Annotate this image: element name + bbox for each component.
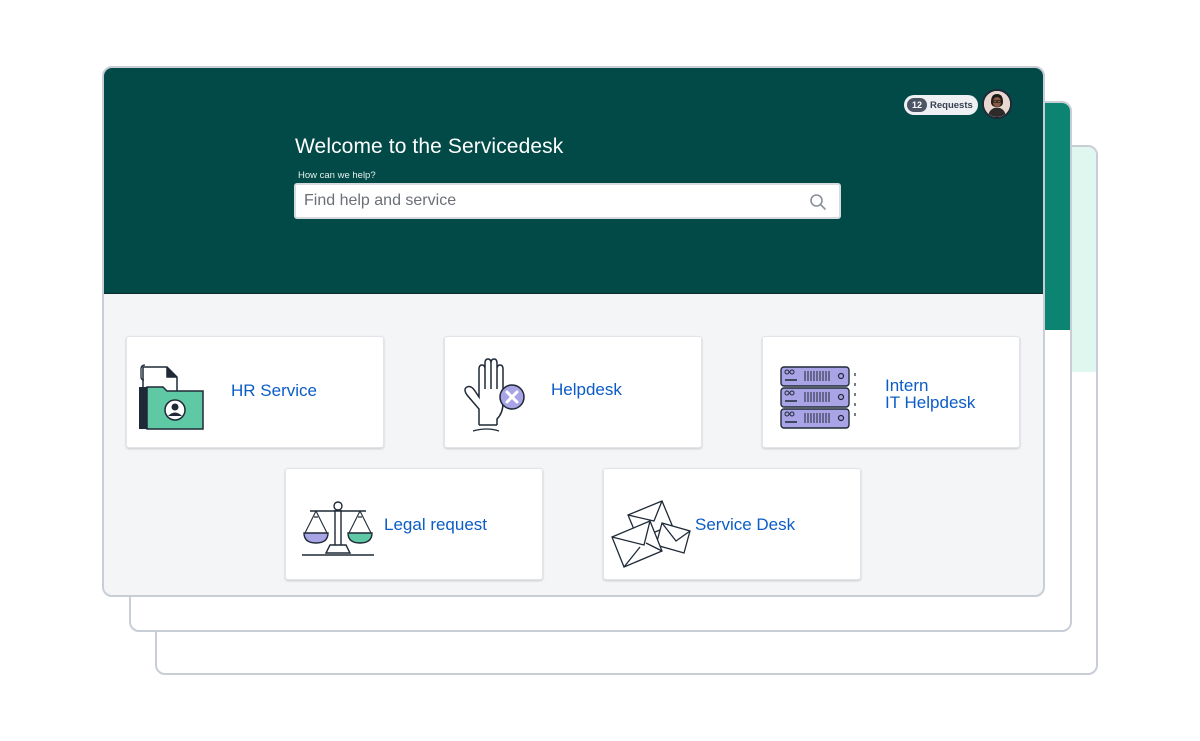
card-label: HR Service [231, 381, 317, 400]
card-label: Helpdesk [551, 380, 622, 399]
card-intern-it-helpdesk[interactable]: Intern IT Helpdesk [762, 336, 1020, 448]
card-label: Intern IT Helpdesk [885, 377, 975, 411]
requests-badge[interactable]: 12 Requests [904, 95, 978, 115]
raised-hand-icon [464, 358, 525, 432]
search-icon[interactable] [809, 193, 827, 211]
card-label-line1: Intern [885, 376, 929, 395]
card-label: Legal request [384, 515, 488, 534]
card-label: Service Desk [695, 515, 796, 534]
search-box [294, 183, 841, 219]
card-helpdesk[interactable]: Helpdesk [444, 336, 702, 448]
envelopes-icon [611, 500, 691, 568]
card-legal-request[interactable]: Legal request [285, 468, 543, 580]
page-title: Welcome to the Servicedesk [295, 135, 564, 158]
hr-folder-person-icon [139, 364, 204, 430]
scales-icon [302, 501, 374, 556]
avatar[interactable] [982, 89, 1012, 119]
card-service-desk[interactable]: Service Desk [603, 468, 861, 580]
search-label: How can we help? [298, 170, 376, 181]
portal-header: Welcome to the Servicedesk How can we he… [104, 68, 1043, 294]
servicedesk-window: Welcome to the Servicedesk How can we he… [102, 66, 1045, 597]
server-rack-icon [780, 366, 856, 429]
requests-count: 12 [907, 98, 928, 112]
search-input[interactable] [304, 185, 794, 217]
user-photo-icon [984, 91, 1010, 117]
requests-label: Requests [930, 99, 973, 111]
card-label-line2: IT Helpdesk [885, 393, 976, 412]
card-hr-service[interactable]: HR Service [126, 336, 384, 448]
